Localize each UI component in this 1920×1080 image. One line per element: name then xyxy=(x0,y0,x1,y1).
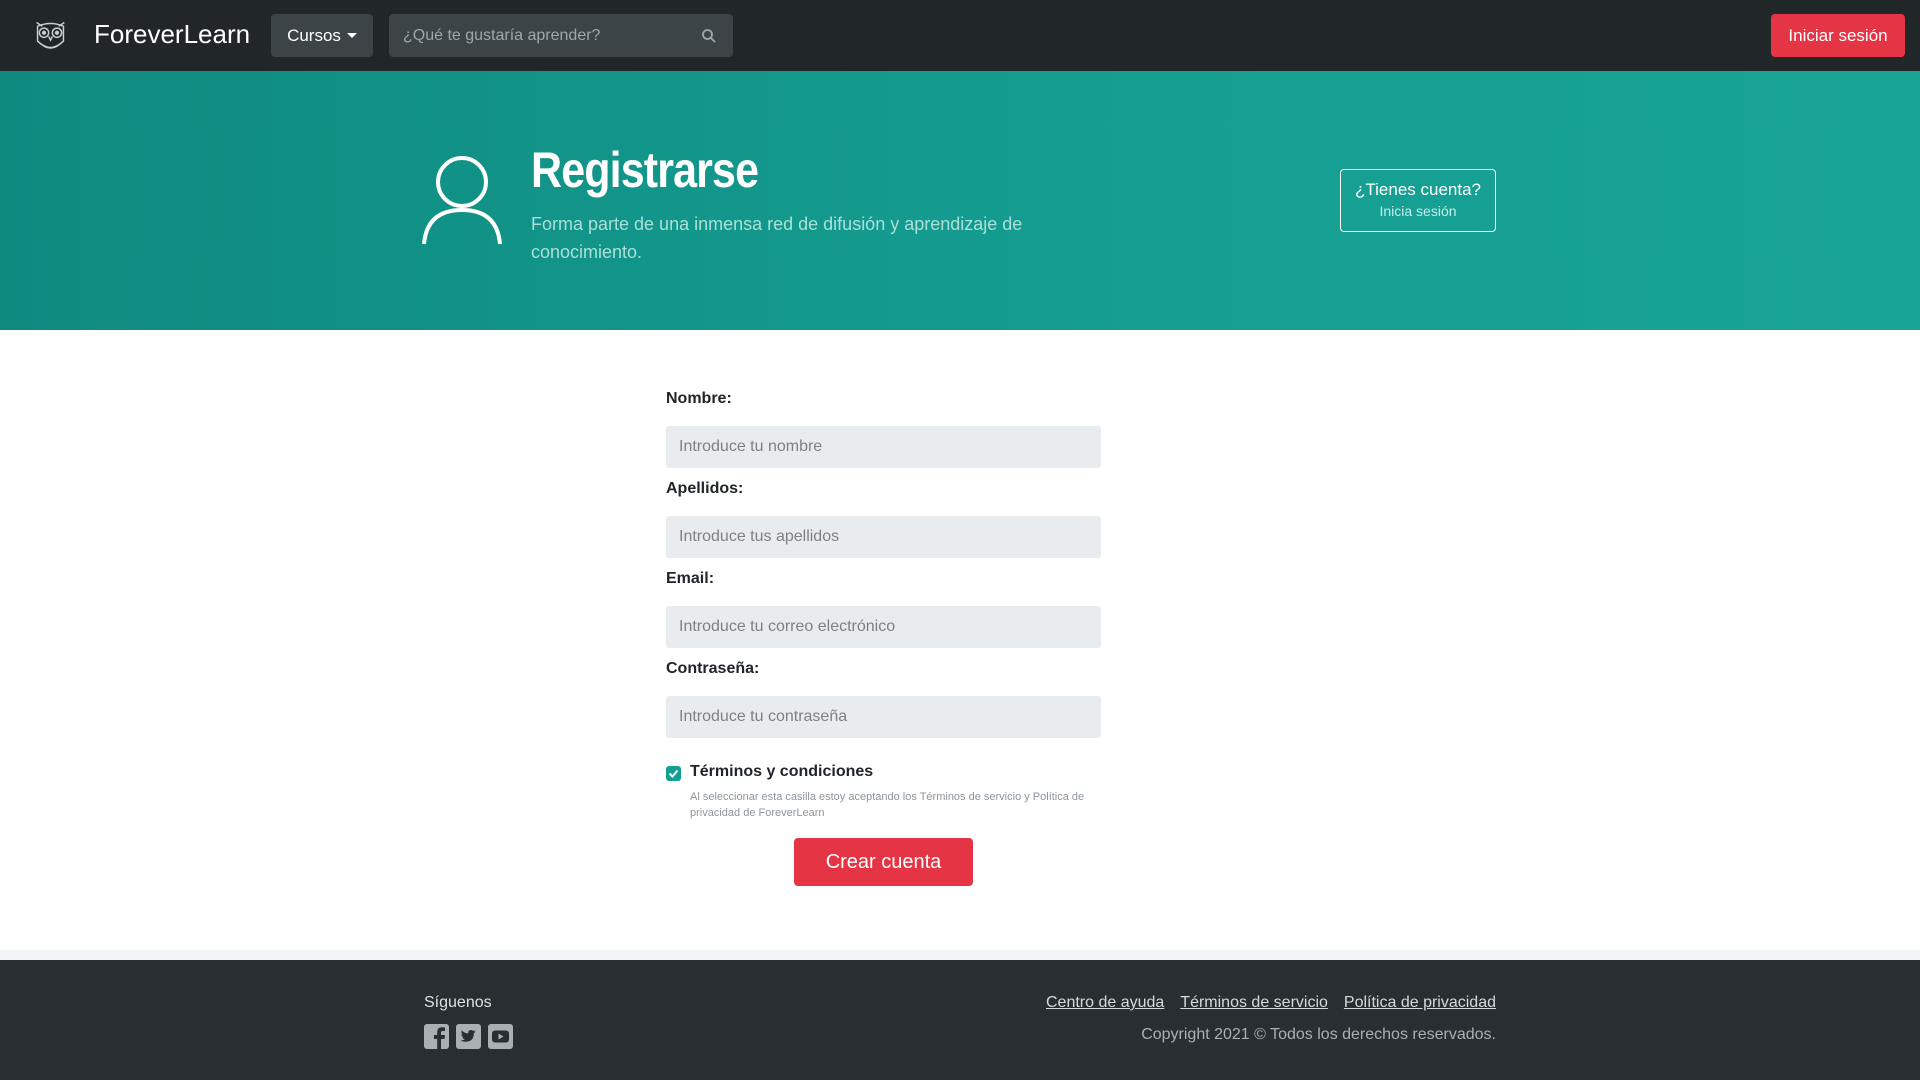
top-navbar: ForeverLearn Cursos Iniciar sesión xyxy=(0,0,1920,71)
page-subtitle: Forma parte de una inmensa red de difusi… xyxy=(531,214,1023,262)
have-account-subtitle: Inicia sesión xyxy=(1379,203,1457,219)
email-label: Email: xyxy=(666,570,715,587)
terms-note: Al seleccionar esta casilla estoy acepta… xyxy=(690,791,1085,819)
search-icon[interactable] xyxy=(701,28,717,44)
password-input[interactable] xyxy=(666,696,1101,738)
caret-down-icon xyxy=(346,33,357,38)
password-label: Contraseña: xyxy=(666,660,760,677)
checkmark-icon xyxy=(668,769,679,778)
privacy-policy-link[interactable]: Política de privacidad xyxy=(1344,994,1496,1012)
terms-label[interactable]: Términos y condiciones xyxy=(690,763,873,781)
page-title: Registrarse xyxy=(531,142,759,198)
owl-logo-icon[interactable] xyxy=(32,17,69,54)
courses-label: Cursos xyxy=(287,25,341,45)
copyright-text: Copyright 2021 © Todos los derechos rese… xyxy=(1141,1026,1496,1043)
terms-of-service-link[interactable]: Términos de servicio xyxy=(1180,994,1328,1012)
help-center-link[interactable]: Centro de ayuda xyxy=(1046,994,1164,1012)
last-name-label: Apellidos: xyxy=(666,480,744,497)
login-button[interactable]: Iniciar sesión xyxy=(1771,14,1905,57)
hero-banner xyxy=(0,71,1920,330)
twitter-icon[interactable] xyxy=(456,1024,481,1049)
register-form: Nombre: Apellidos: Email: Contraseña: xyxy=(666,390,1101,750)
user-icon xyxy=(422,156,502,245)
create-account-button[interactable]: Crear cuenta xyxy=(794,838,973,886)
facebook-icon[interactable] xyxy=(424,1024,449,1049)
youtube-icon[interactable] xyxy=(488,1024,513,1049)
email-input[interactable] xyxy=(666,606,1101,648)
last-name-input[interactable] xyxy=(666,516,1101,558)
first-name-label: Nombre: xyxy=(666,390,732,407)
follow-us-label: Síguenos xyxy=(424,994,492,1011)
search-input[interactable] xyxy=(389,14,733,57)
brand-name[interactable]: ForeverLearn xyxy=(94,19,250,50)
footer-separator xyxy=(0,950,1920,960)
courses-dropdown-button[interactable]: Cursos xyxy=(271,14,373,57)
search-box xyxy=(389,14,733,57)
terms-checkbox[interactable] xyxy=(666,766,681,781)
footer xyxy=(0,960,1920,1080)
have-account-button[interactable]: ¿Tienes cuenta? Inicia sesión xyxy=(1340,169,1496,232)
first-name-input[interactable] xyxy=(666,426,1101,468)
have-account-title: ¿Tienes cuenta? xyxy=(1355,180,1481,199)
footer-links: Centro de ayuda Términos de servicio Pol… xyxy=(1046,994,1496,1012)
